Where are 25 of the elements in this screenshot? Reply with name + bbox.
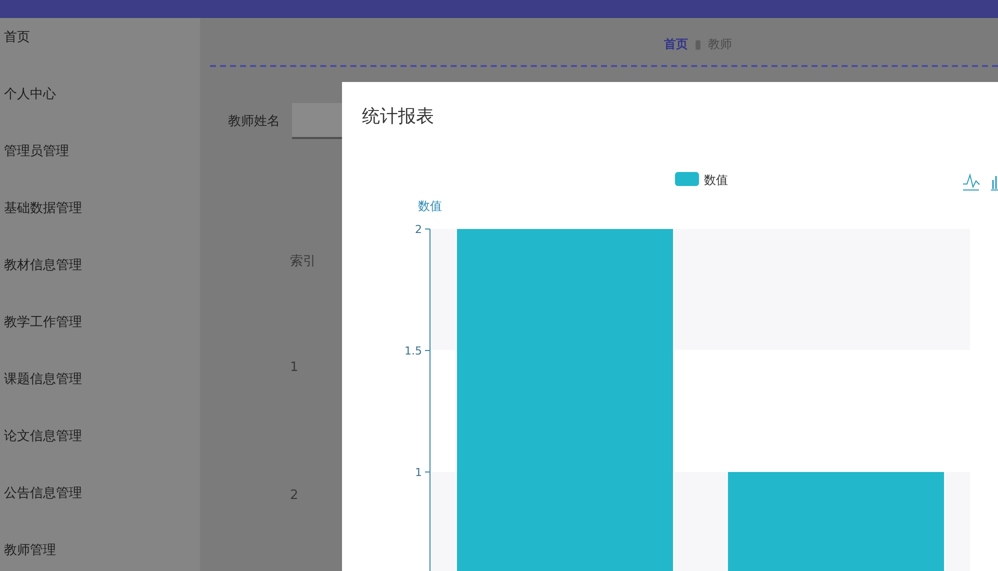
breadcrumb-link[interactable]: 首页 — [664, 36, 688, 53]
sidebar-item[interactable]: 首页 — [0, 28, 200, 85]
sidebar-item[interactable]: 教学工作管理 — [0, 313, 200, 370]
legend-label[interactable]: 数值 — [704, 173, 728, 187]
sidebar-item[interactable]: 基础数据管理 — [0, 199, 200, 256]
y-tick-label: 1 — [415, 466, 422, 479]
bar-chart-icon[interactable] — [990, 175, 998, 190]
legend-swatch[interactable] — [675, 172, 699, 186]
y-axis-title: 数值 — [418, 199, 442, 213]
sidebar-item[interactable]: 教材信息管理 — [0, 256, 200, 313]
line-chart-icon[interactable] — [962, 173, 980, 190]
separator-icon — [694, 38, 702, 50]
sidebar-item[interactable]: 论文信息管理 — [0, 427, 200, 484]
table-cell-text: 1 — [290, 360, 300, 377]
search-label: 教师姓名 — [228, 113, 280, 130]
table-cell-text: 2 — [290, 488, 300, 505]
sidebar-item[interactable]: 课题信息管理 — [0, 370, 200, 427]
sidebar-item[interactable]: 公告信息管理 — [0, 484, 200, 541]
sidebar-item[interactable]: 个人中心 — [0, 85, 200, 142]
sidebar-item[interactable]: 管理员管理 — [0, 142, 200, 199]
y-tick-label: 1.5 — [404, 344, 422, 358]
column-header: 索引 — [290, 253, 317, 270]
y-tick-label: 2 — [415, 223, 422, 236]
sidebar-item[interactable]: 教师管理 — [0, 541, 200, 571]
dialog-title: 统计报表 — [361, 105, 435, 129]
